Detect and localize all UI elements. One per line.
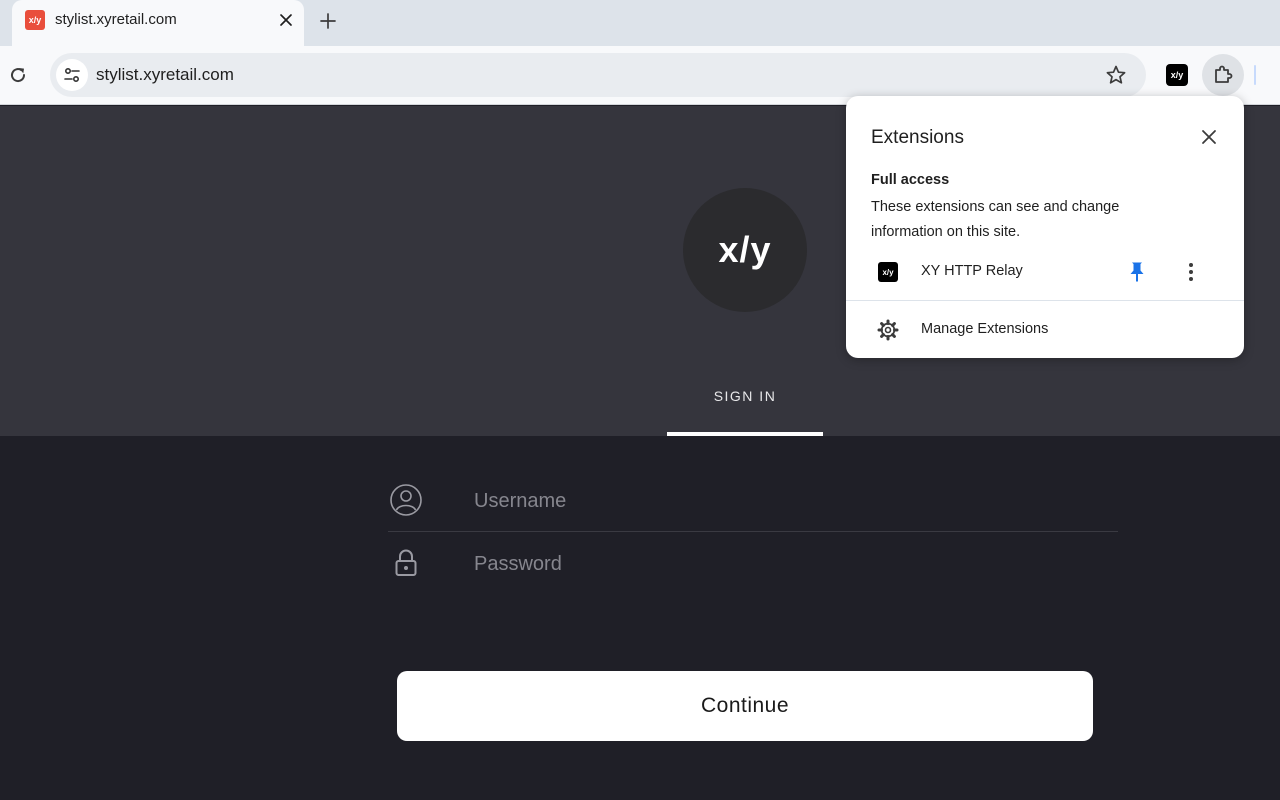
bookmark-button[interactable] [1103,62,1129,88]
extensions-popup: Extensions Full access These extensions … [846,96,1244,358]
popup-divider [846,300,1244,301]
pin-icon [1130,262,1144,282]
manage-extensions-item[interactable]: Manage Extensions [846,311,1244,349]
new-tab-button[interactable] [315,8,341,34]
continue-button[interactable]: Continue [397,671,1093,741]
browser-tab[interactable]: x/y stylist.xyretail.com [12,0,304,46]
extension-more-button[interactable] [1180,259,1202,285]
extension-item[interactable]: x/y XY HTTP Relay [846,254,1244,290]
close-icon [280,14,292,26]
manage-extensions-label: Manage Extensions [921,321,1049,337]
url-text[interactable]: stylist.xyretail.com [96,65,234,85]
username-input[interactable] [474,486,1094,516]
full-access-heading: Full access [871,172,950,188]
address-bar[interactable]: stylist.xyretail.com [50,53,1146,97]
lock-icon [388,545,424,581]
extension-name: XY HTTP Relay [921,263,1023,279]
tab-title: stylist.xyretail.com [55,11,177,28]
popup-close-button[interactable] [1196,124,1222,150]
reload-button[interactable] [5,62,31,88]
close-icon [1202,130,1216,144]
puzzle-icon [1215,65,1233,83]
xy-extension-button[interactable]: x/y [1166,64,1188,86]
brand-logo: x/y [683,188,807,312]
pin-button[interactable] [1126,259,1148,285]
reload-icon [11,68,26,83]
extension-icon: x/y [878,262,898,282]
extensions-menu-button[interactable] [1202,54,1244,96]
sign-in-tab-label: SIGN IN [713,388,777,404]
user-circle-icon [388,482,424,518]
gear-icon [876,318,900,342]
plus-icon [320,13,336,29]
login-form: Continue [0,436,1280,800]
star-icon [1106,65,1126,84]
tab-sign-in[interactable]: SIGN IN [667,378,823,436]
toolbar-separator [1254,65,1256,85]
full-access-description: These extensions can see and change info… [871,199,1120,240]
popup-title: Extensions [871,127,964,148]
tab-strip: x/y stylist.xyretail.com [0,0,1280,46]
tab-close-button[interactable] [274,8,298,32]
password-row [388,533,1118,595]
tune-icon [64,67,80,83]
username-row [388,470,1118,532]
site-info-button[interactable] [56,59,88,91]
more-vert-icon [1189,263,1193,281]
tab-favicon: x/y [25,10,45,30]
password-input[interactable] [474,549,1094,579]
